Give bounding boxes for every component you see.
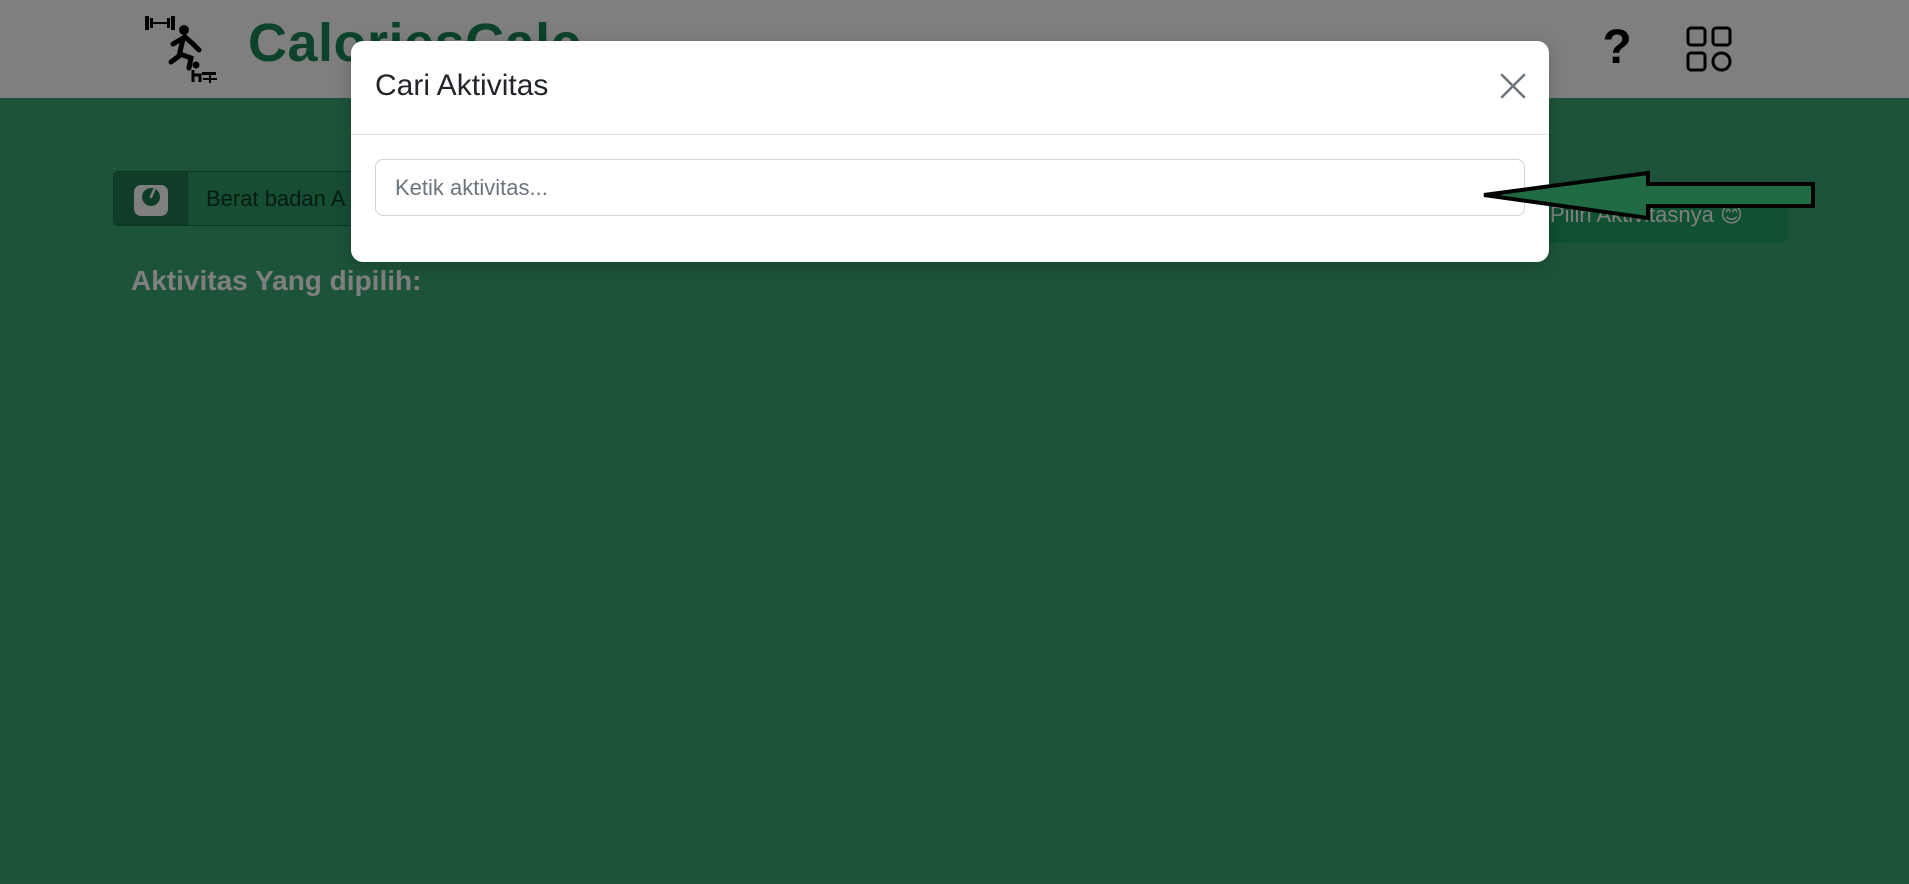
search-activity-modal: Cari Aktivitas (351, 41, 1549, 262)
modal-header: Cari Aktivitas (351, 41, 1549, 135)
close-icon[interactable] (1497, 70, 1529, 102)
activity-search-input[interactable] (375, 159, 1525, 216)
modal-title: Cari Aktivitas (375, 69, 549, 102)
left-arrow-annotation-icon (1483, 170, 1815, 221)
